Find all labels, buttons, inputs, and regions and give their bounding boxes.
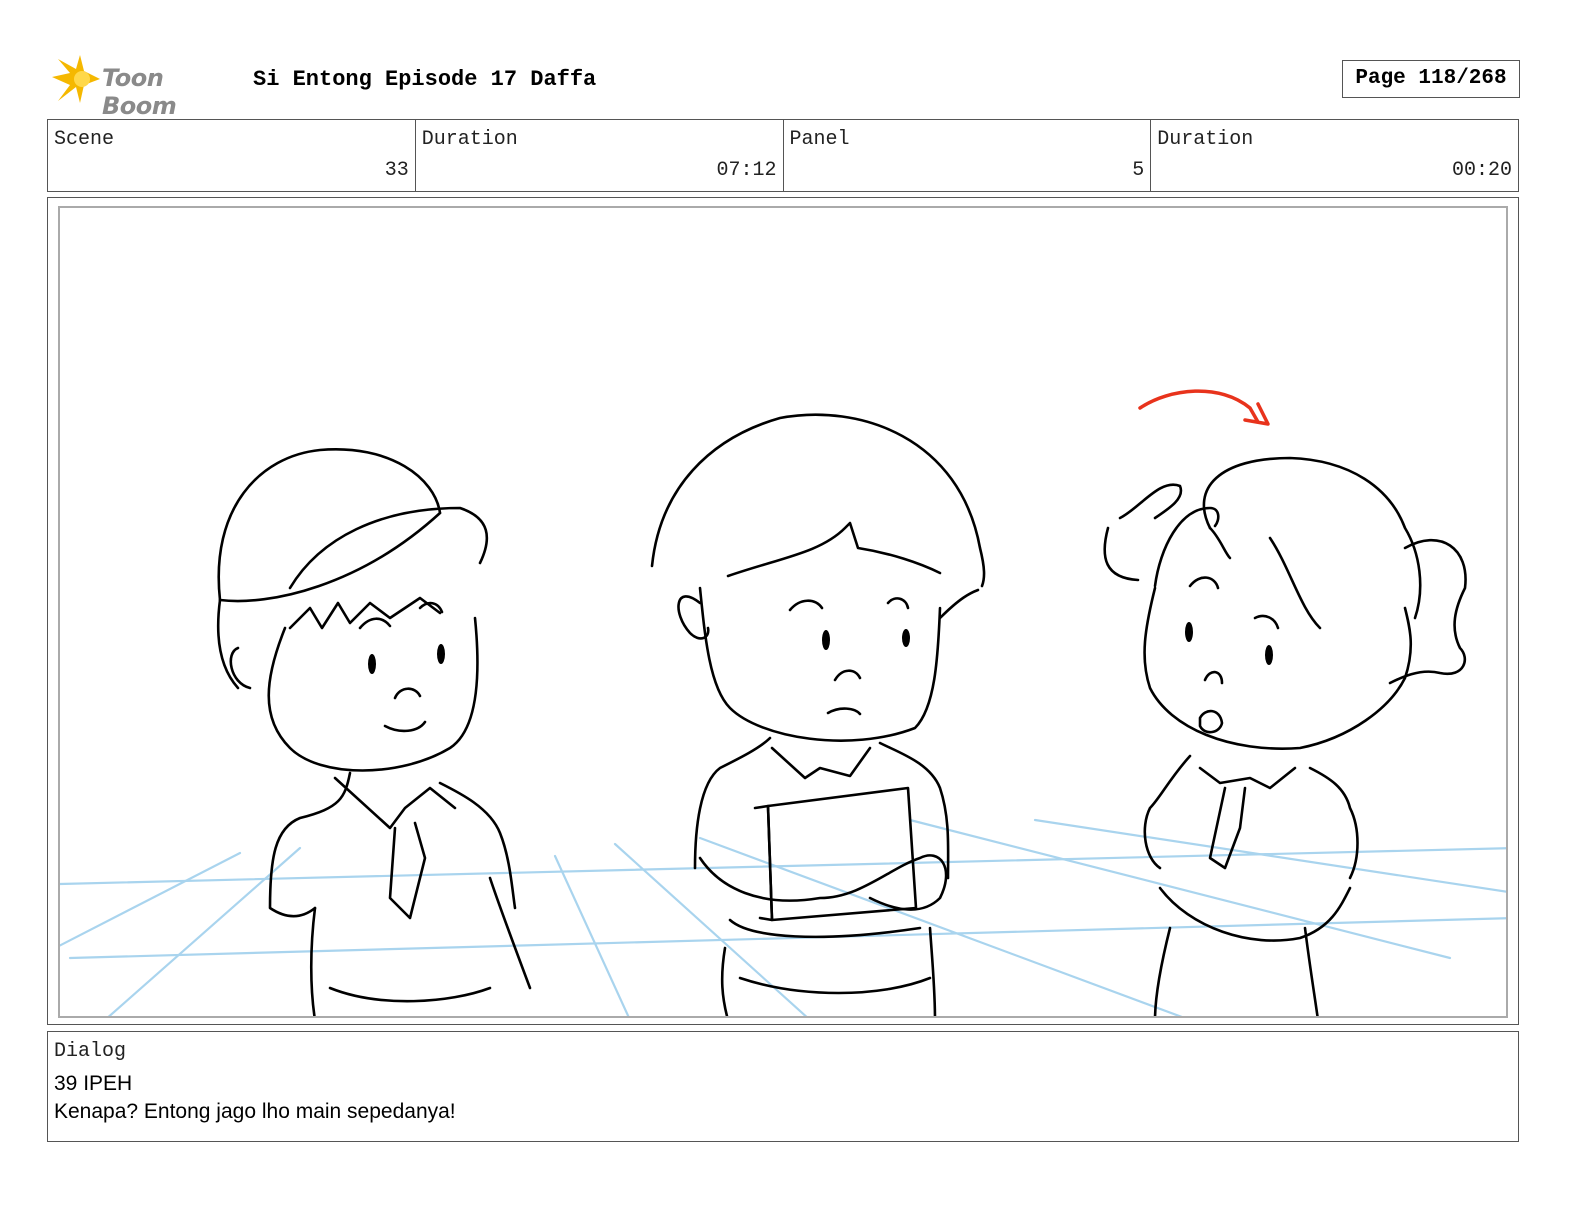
scene-duration-label: Duration bbox=[421, 128, 518, 151]
panel-cell: Panel 5 bbox=[784, 120, 1152, 191]
scene-info-row: Scene 33 Duration 07:12 Panel 5 Duration… bbox=[47, 119, 1519, 192]
storyboard-sketch-three-children bbox=[60, 389, 1506, 1016]
scene-duration-cell: Duration 07:12 bbox=[416, 120, 784, 191]
dialog-label: Dialog bbox=[54, 1040, 127, 1063]
page-header: Toon Boom Si Entong Episode 17 Daffa Pag… bbox=[50, 55, 1520, 120]
scene-cell: Scene 33 bbox=[48, 120, 416, 191]
starburst-logo-icon bbox=[52, 55, 100, 103]
dialog-box: Dialog 39 IPEH Kenapa? Entong jago lho m… bbox=[47, 1031, 1519, 1142]
scene-value: 33 bbox=[384, 159, 409, 182]
logo-text: Toon Boom bbox=[102, 64, 177, 120]
panel-frame bbox=[47, 197, 1519, 1025]
panel-duration-cell: Duration 00:20 bbox=[1151, 120, 1518, 191]
toon-boom-logo: Toon Boom bbox=[50, 55, 240, 120]
panel-duration-label: Duration bbox=[1157, 128, 1254, 151]
dialog-speaker: 39 IPEH bbox=[54, 1072, 133, 1095]
boy-with-cap bbox=[216, 448, 532, 1016]
dialog-text: Kenapa? Entong jago lho main sepedanya! bbox=[54, 1100, 456, 1123]
scene-duration-value: 07:12 bbox=[716, 159, 777, 182]
document-title: Si Entong Episode 17 Daffa bbox=[253, 67, 597, 92]
scene-label: Scene bbox=[54, 128, 115, 151]
panel-image bbox=[58, 206, 1508, 1018]
panel-duration-value: 00:20 bbox=[1451, 159, 1512, 182]
boy-with-book bbox=[650, 413, 986, 1016]
panel-value: 5 bbox=[1132, 159, 1145, 182]
panel-label: Panel bbox=[789, 128, 850, 151]
page-number: Page 118/268 bbox=[1342, 60, 1520, 98]
camera-move-arrow-icon bbox=[1138, 389, 1270, 426]
